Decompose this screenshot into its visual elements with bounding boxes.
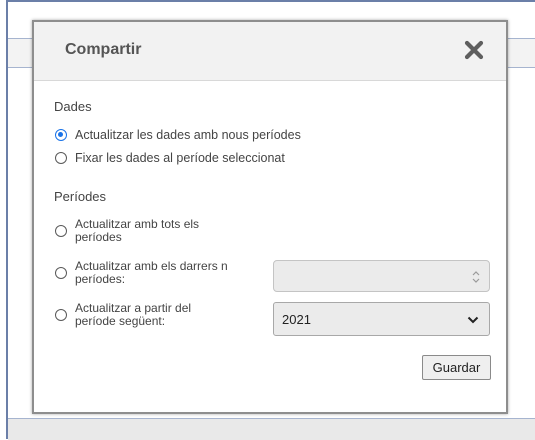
radio-label-line2: períodes:: [75, 272, 126, 286]
radio-button[interactable]: [55, 225, 67, 237]
start-period-select[interactable]: 2021: [273, 302, 490, 336]
radio-button[interactable]: [55, 267, 67, 279]
start-period-selected-value: 2021: [282, 312, 311, 327]
radio-label-wrap: Actualitzar a partir del període següent…: [75, 302, 191, 328]
radio-fix-data-selected-period[interactable]: Fixar les dades al període seleccionat: [55, 151, 285, 165]
radio-button[interactable]: [55, 309, 67, 321]
radio-label-line1: Actualitzar a partir del: [75, 301, 192, 315]
radio-update-all-periods[interactable]: Actualitzar amb tots els períodes: [55, 218, 245, 244]
radio-label-line2: període següent:: [75, 314, 166, 328]
periods-count-stepper[interactable]: [273, 260, 490, 292]
share-dialog: Compartir Dades Actualitzar les dades am…: [32, 20, 508, 414]
radio-update-last-n-periods[interactable]: Actualitzar amb els darrers n períodes:: [55, 260, 245, 286]
radio-label-line1: Actualitzar amb els darrers n: [75, 259, 228, 273]
background-footer: [8, 418, 535, 440]
radio-button[interactable]: [55, 152, 67, 164]
radio-label: Actualitzar les dades amb nous períodes: [75, 128, 301, 142]
background-border-top: [6, 0, 535, 2]
radio-label: Fixar les dades al període seleccionat: [75, 151, 285, 165]
chevron-down-icon: [467, 316, 479, 324]
close-icon[interactable]: [462, 38, 486, 62]
radio-button-checked[interactable]: [55, 129, 67, 141]
radio-update-data-new-periods[interactable]: Actualitzar les dades amb nous períodes: [55, 128, 301, 142]
radio-label-line2: períodes: [75, 230, 122, 244]
dades-section-label: Dades: [54, 99, 92, 114]
stepper-arrows-icon[interactable]: [471, 269, 481, 285]
dialog-header: Compartir: [34, 22, 506, 81]
radio-label-wrap: Actualitzar amb tots els períodes: [75, 218, 199, 244]
radio-update-from-next-period[interactable]: Actualitzar a partir del període següent…: [55, 302, 245, 328]
radio-label-wrap: Actualitzar amb els darrers n períodes:: [75, 260, 228, 286]
periodes-section-label: Períodes: [54, 189, 107, 204]
save-button[interactable]: Guardar: [422, 355, 491, 380]
radio-label-line1: Actualitzar amb tots els: [75, 217, 200, 231]
dialog-title: Compartir: [65, 41, 142, 58]
